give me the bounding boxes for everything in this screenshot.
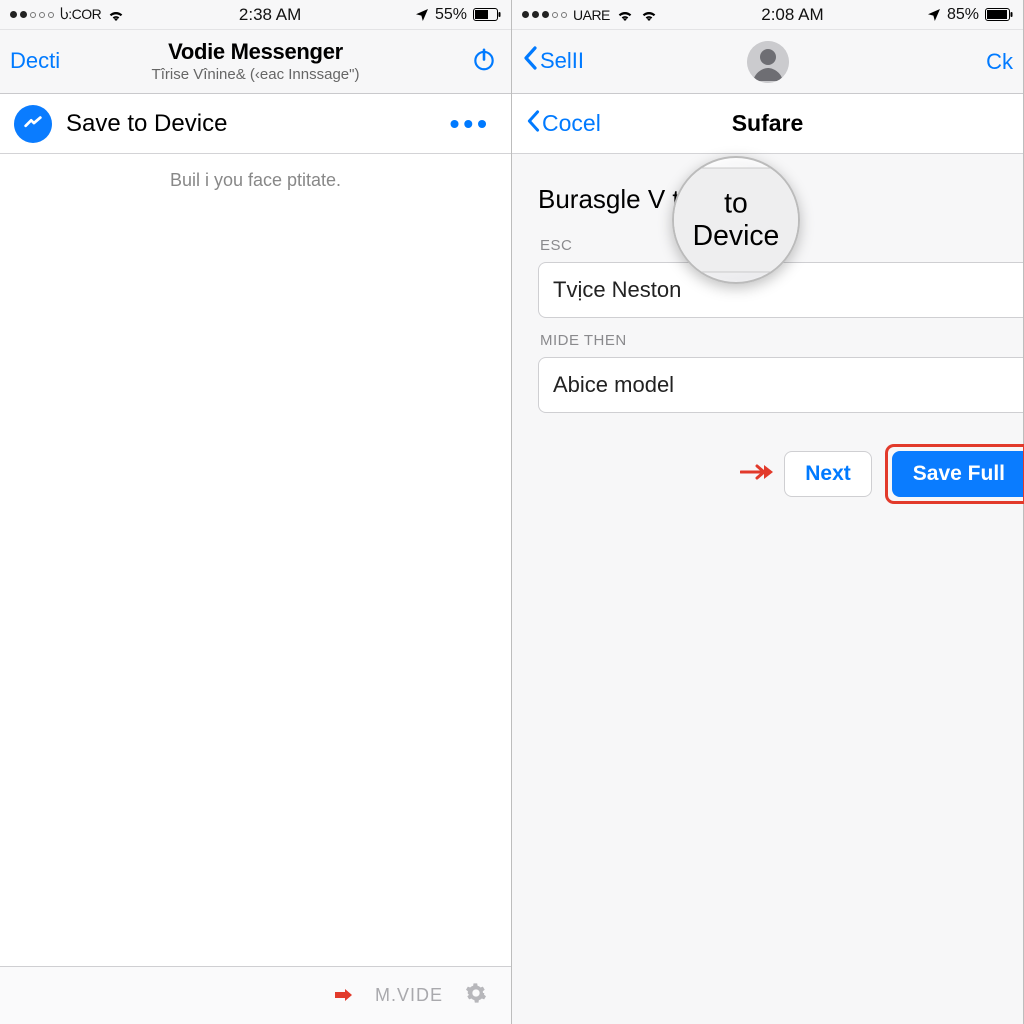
back-button[interactable]: Decti <box>10 48 60 74</box>
sub-nav: Save to Device ••• <box>0 94 511 154</box>
carrier-label: Ⴑ:COR <box>60 6 101 23</box>
signal-dots-icon <box>522 11 567 18</box>
location-icon <box>927 8 941 22</box>
save-highlight: Save Full <box>888 447 1023 501</box>
wifi-icon <box>107 8 125 22</box>
battery-percent: 55% <box>435 6 467 24</box>
battery-percent: 85% <box>947 6 979 24</box>
wifi-icon-2 <box>640 8 658 22</box>
nav-title: Vodie Messenger <box>0 39 511 65</box>
magnifier-overlay: to Device <box>672 156 800 284</box>
field-2-input[interactable]: Abice model <box>538 357 1023 413</box>
magnifier-text: to Device <box>672 168 800 273</box>
right-phone: UARE 2:08 AM 85% <box>512 0 1024 1024</box>
bottom-label[interactable]: M.VIDE <box>375 985 443 1006</box>
back-button[interactable]: SelII <box>522 46 584 76</box>
bottom-toolbar: M.VIDE <box>0 966 511 1024</box>
status-bar: UARE 2:08 AM 85% <box>512 0 1023 30</box>
status-time: 2:38 AM <box>239 5 301 25</box>
cancel-label: Cocel <box>542 110 601 137</box>
messenger-icon[interactable] <box>14 105 52 143</box>
nav-back-label: SelII <box>540 48 584 74</box>
arrow-right-icon <box>333 985 353 1006</box>
chevron-left-icon <box>526 110 540 138</box>
arrow-right-icon <box>740 460 774 488</box>
gear-icon[interactable] <box>465 982 487 1009</box>
chevron-left-icon <box>522 46 538 76</box>
nav-bar: SelII Ck <box>512 30 1023 94</box>
battery-icon <box>473 8 501 21</box>
cancel-button[interactable]: Cocel <box>526 110 601 138</box>
save-full-button[interactable]: Save Full <box>892 451 1023 497</box>
form-panel: Burasgle V to Device ESC Tvịce Neston MI… <box>512 154 1023 1024</box>
carrier-label: UARE <box>573 7 610 23</box>
nav-right-button[interactable]: Ck <box>986 49 1013 75</box>
status-bar: Ⴑ:COR 2:38 AM 55% <box>0 0 511 30</box>
left-phone: Ⴑ:COR 2:38 AM 55% Decti Vodie <box>0 0 512 1024</box>
field-2-label: MIDE THEN <box>540 332 1023 349</box>
location-icon <box>415 8 429 22</box>
avatar[interactable] <box>747 41 789 83</box>
empty-hint: Buil i you face ptitate. <box>0 170 511 191</box>
nav-bar: Decti Vodie Messenger Tîrise Vînine& (‹e… <box>0 30 511 94</box>
nav-subtitle: Tîrise Vînine& (‹eac Innssage") <box>0 66 511 83</box>
power-icon[interactable] <box>471 46 497 77</box>
nav-back-label: Decti <box>10 48 60 74</box>
next-button[interactable]: Next <box>784 451 872 497</box>
sub-nav: Cocel Sufare <box>512 94 1023 154</box>
signal-dots-icon <box>10 11 54 18</box>
button-row: Next Save Full <box>538 447 1023 501</box>
battery-icon <box>985 8 1013 21</box>
more-button[interactable]: ••• <box>450 108 491 140</box>
save-to-device-label[interactable]: Save to Device <box>66 110 227 138</box>
wifi-icon <box>616 8 634 22</box>
status-time: 2:08 AM <box>761 5 823 25</box>
